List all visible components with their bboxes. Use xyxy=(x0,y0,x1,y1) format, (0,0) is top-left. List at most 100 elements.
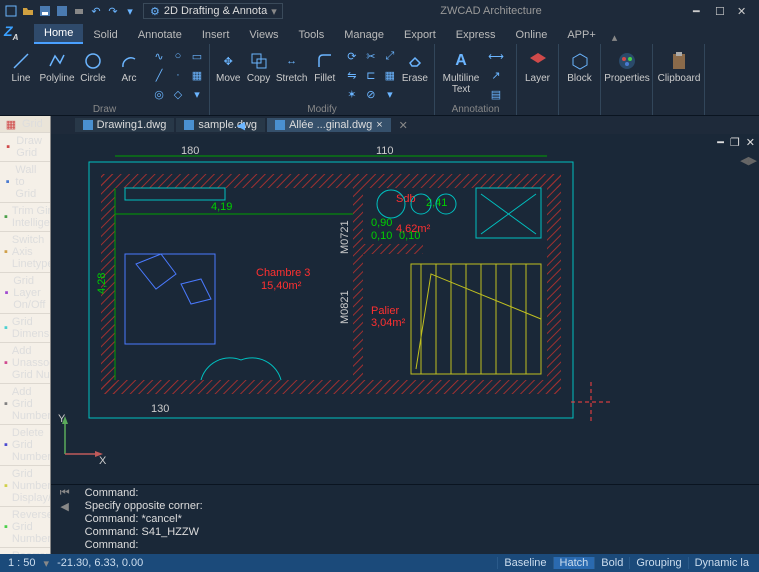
fillet-button[interactable]: Fillet xyxy=(311,48,339,86)
explode-icon[interactable]: ✶ xyxy=(344,86,360,102)
qat-saveas-icon[interactable] xyxy=(55,4,69,18)
panel-label-annotation: Annotation xyxy=(439,102,512,117)
layer-button[interactable]: Layer xyxy=(521,48,554,86)
status-toggle-baseline[interactable]: Baseline xyxy=(497,557,552,569)
break-icon[interactable]: ⊘ xyxy=(363,86,379,102)
circle-button[interactable]: Circle xyxy=(76,48,110,86)
qat-new-icon[interactable] xyxy=(4,4,18,18)
qat-open-icon[interactable] xyxy=(21,4,35,18)
close-button[interactable]: ✕ xyxy=(737,5,749,17)
spline-icon[interactable]: ∿ xyxy=(151,48,167,64)
qat-more-icon[interactable]: ▾ xyxy=(123,4,137,18)
svg-text:3,04m²: 3,04m² xyxy=(371,317,406,329)
qat-undo-icon[interactable]: ↶ xyxy=(89,4,103,18)
status-toggle-dynamic la[interactable]: Dynamic la xyxy=(688,557,755,569)
mtext-button[interactable]: AMultiline Text xyxy=(439,48,483,97)
sidebar-item[interactable]: ▪Rearrange Grid Number xyxy=(0,548,50,554)
qat-print-icon[interactable] xyxy=(72,4,86,18)
mtab-prev-icon[interactable]: ◀ xyxy=(60,500,68,513)
menu-tab-tools[interactable]: Tools xyxy=(289,26,335,44)
sidebar-item[interactable]: ▪Draw Grid xyxy=(0,133,50,162)
sidebar-item[interactable]: ▪Trim Gird Intelligently xyxy=(0,203,50,232)
vp-minimize-icon[interactable]: ━ xyxy=(717,136,724,149)
mirror-icon[interactable]: ⇋ xyxy=(344,67,360,83)
sidebar-item[interactable]: ▪Grid Number Display/Hide xyxy=(0,466,50,507)
ray-icon[interactable]: ╱ xyxy=(151,67,167,83)
block-button[interactable]: Block xyxy=(563,48,596,86)
line-button[interactable]: Line xyxy=(4,48,38,86)
viewport[interactable]: ━ ❐ ✕ ◀▶ 180 110 xyxy=(51,134,759,484)
doc-new-icon[interactable]: ✕ xyxy=(399,119,408,132)
sidebar-item[interactable]: ▪Add Unassociated Grid Number xyxy=(0,343,50,384)
sidebar-item[interactable]: ▪Grid Layer On/Off xyxy=(0,273,50,314)
zoom-scale[interactable]: 1 : 50 xyxy=(4,557,40,569)
hatch-icon[interactable]: ▦ xyxy=(189,67,205,83)
menu-tab-online[interactable]: Online xyxy=(506,26,558,44)
offset-icon[interactable]: ⊏ xyxy=(363,67,379,83)
array-icon[interactable]: ▦ xyxy=(382,67,398,83)
tab-nav-bar[interactable]: ◀▶ xyxy=(740,154,757,167)
sidebar-item[interactable]: ▪Add Grid Number xyxy=(0,384,50,425)
menu-tab-solid[interactable]: Solid xyxy=(83,26,127,44)
annot-small-tools: ⟷ ↗ ▤ xyxy=(488,48,504,102)
svg-text:M0821: M0821 xyxy=(339,290,351,324)
menu-tab-annotate[interactable]: Annotate xyxy=(128,26,192,44)
sidebar-item[interactable]: ▪Grid Dimension xyxy=(0,314,50,343)
menu-tab-home[interactable]: Home xyxy=(34,24,83,44)
trim-icon[interactable]: ✂ xyxy=(363,48,379,64)
maximize-button[interactable]: ☐ xyxy=(715,5,727,17)
erase-button[interactable]: Erase xyxy=(400,48,430,86)
minimize-button[interactable]: ━ xyxy=(693,5,705,17)
menu-tab-manage[interactable]: Manage xyxy=(334,26,394,44)
menu-tab-views[interactable]: Views xyxy=(239,26,288,44)
svg-text:130: 130 xyxy=(151,403,169,415)
doc-close-icon[interactable]: × xyxy=(376,119,382,131)
status-toggle-bold[interactable]: Bold xyxy=(594,557,629,569)
properties-button[interactable]: Properties xyxy=(605,48,649,86)
polyline-button[interactable]: Polyline xyxy=(40,48,74,86)
vp-close-icon[interactable]: ✕ xyxy=(746,136,755,149)
stretch-button[interactable]: ↔Stretch xyxy=(275,48,309,86)
sidebar-item[interactable]: ▪Switch Axis Linetype xyxy=(0,232,50,273)
status-toggle-hatch[interactable]: Hatch xyxy=(553,557,595,569)
modify-small-tools: ⟳✂⤢ ⇋⊏▦ ✶⊘▾ xyxy=(344,48,398,102)
command-line[interactable]: Command:Specify opposite corner:Command:… xyxy=(79,485,759,554)
modify-expand-icon[interactable]: ▾ xyxy=(382,86,398,102)
region-icon[interactable]: ◇ xyxy=(170,86,186,102)
leader-icon[interactable]: ↗ xyxy=(488,67,504,83)
sidebar-header-grid[interactable]: ▦Grid xyxy=(0,116,50,133)
move-button[interactable]: ✥Move xyxy=(214,48,242,86)
floor-plan-drawing: 180 110 4,19 4,28 Chambre 3 15,40m² Sdb … xyxy=(81,154,581,434)
doc-tab[interactable]: sample.dwg xyxy=(176,118,265,132)
qat-save-icon[interactable] xyxy=(38,4,52,18)
arc-button[interactable]: Arc xyxy=(112,48,146,86)
rotate-icon[interactable]: ⟳ xyxy=(344,48,360,64)
ribbon-collapse-icon[interactable]: ▴ xyxy=(612,31,618,44)
tab-nav-left-icon[interactable]: ◀ xyxy=(237,119,245,132)
svg-text:110: 110 xyxy=(376,145,394,157)
scale-icon[interactable]: ⤢ xyxy=(382,48,398,64)
table-icon[interactable]: ▤ xyxy=(488,86,504,102)
menu-tab-express[interactable]: Express xyxy=(446,26,506,44)
clipboard-button[interactable]: Clipboard xyxy=(657,48,701,86)
doc-tab[interactable]: Allée ...ginal.dwg × xyxy=(267,118,391,132)
dim-icon[interactable]: ⟷ xyxy=(488,48,504,64)
status-toggle-grouping[interactable]: Grouping xyxy=(629,557,687,569)
point-icon[interactable]: · xyxy=(170,67,186,83)
sidebar-item[interactable]: ▪Reverse Grid Number xyxy=(0,507,50,548)
menu-tab-insert[interactable]: Insert xyxy=(192,26,240,44)
vp-restore-icon[interactable]: ❐ xyxy=(730,136,740,149)
sidebar-item[interactable]: ▪Delete Grid Number xyxy=(0,425,50,466)
donut-icon[interactable]: ◎ xyxy=(151,86,167,102)
qat-redo-icon[interactable]: ↷ xyxy=(106,4,120,18)
ellipse-icon[interactable]: ○ xyxy=(170,48,186,64)
workspace-dropdown[interactable]: ⚙ 2D Drafting & Annota ▾ xyxy=(143,3,283,19)
menu-tab-export[interactable]: Export xyxy=(394,26,446,44)
sidebar-item[interactable]: ▪Wall to Grid xyxy=(0,162,50,203)
mtab-first-icon[interactable]: ⏮ xyxy=(60,487,70,500)
menu-tab-app+[interactable]: APP+ xyxy=(557,26,605,44)
rect-icon[interactable]: ▭ xyxy=(189,48,205,64)
expand-icon[interactable]: ▾ xyxy=(189,86,205,102)
copy-button[interactable]: Copy xyxy=(244,48,272,86)
doc-tab[interactable]: Drawing1.dwg xyxy=(75,118,175,132)
